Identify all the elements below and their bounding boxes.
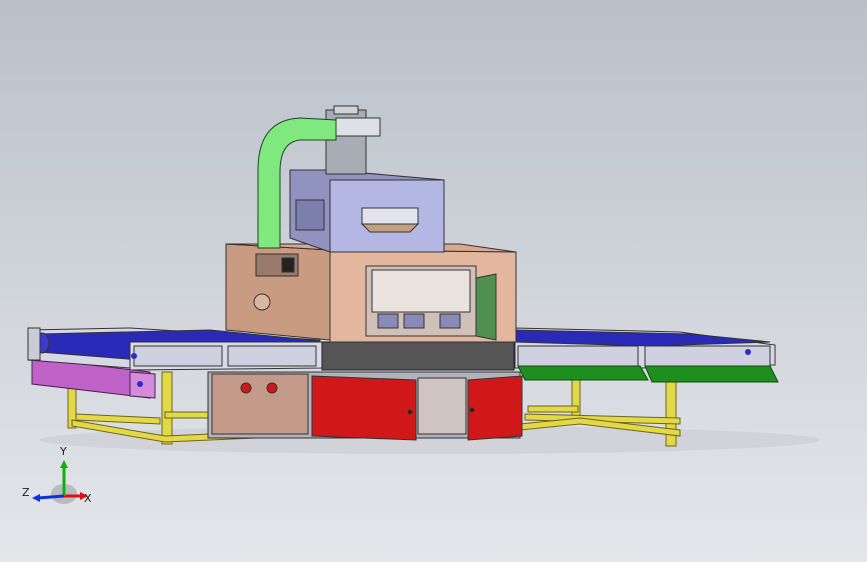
y-axis-head [60,460,68,468]
z-axis-arrow [37,494,65,500]
right-conveyor[interactable] [514,327,776,369]
y-axis-label: Y [59,445,67,458]
main-cabinet[interactable] [225,243,517,343]
right-green-trays[interactable] [517,365,779,383]
hood[interactable] [289,169,445,253]
x-axis-label: X [84,492,92,505]
cabinet-slot-band [321,341,515,371]
lower-cabinet[interactable] [207,371,523,441]
axis-triad: X Y Z [22,445,92,505]
z-axis-label: Z [22,486,30,499]
cad-viewport[interactable] [0,0,867,562]
z-axis-head [32,494,40,502]
